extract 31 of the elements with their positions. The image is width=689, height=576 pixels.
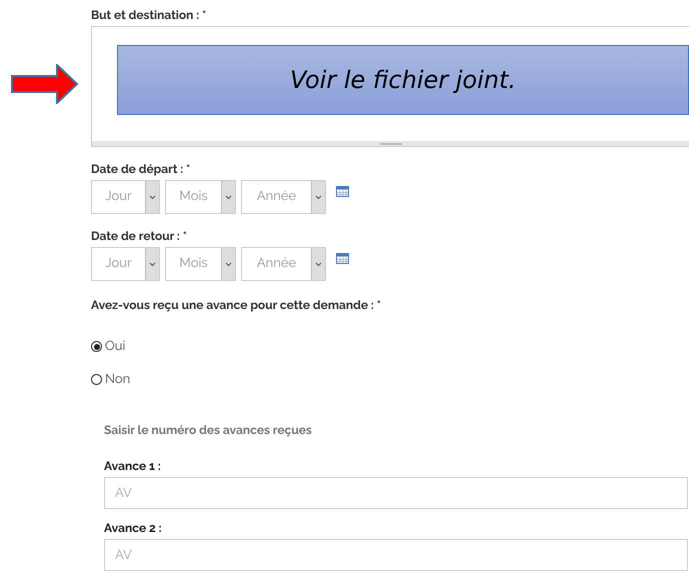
radio-option[interactable]: Non <box>91 371 689 388</box>
input-field[interactable]: AV <box>104 477 688 509</box>
section-heading: Saisir le numéro des avances reçues <box>104 422 313 439</box>
radio-button[interactable] <box>91 374 102 385</box>
calendar-icon[interactable] <box>336 186 349 197</box>
chevron-down-icon <box>315 194 322 200</box>
resize-handle[interactable] <box>92 141 689 146</box>
field-label: But et destination : * <box>91 7 208 24</box>
chevron-down-icon <box>225 262 232 266</box>
dropdown[interactable]: Année <box>241 180 326 214</box>
chevron-down-icon <box>315 262 322 266</box>
dropdown[interactable]: Jour <box>91 247 160 281</box>
field-label: Avance 2 : <box>104 520 163 537</box>
radio-option[interactable]: Oui <box>91 338 689 355</box>
chevron-down-icon <box>149 194 156 200</box>
field-label: Avance 1 : <box>104 458 162 475</box>
question-label: Avez-vous reçu une avance pour cette demande : * <box>91 297 382 314</box>
chevron-down-icon <box>225 194 232 200</box>
attachment-note: Voir le fichier joint. <box>117 45 689 115</box>
text-area[interactable]: Voir le fichier joint. <box>91 26 689 147</box>
field-label: Date de retour : * <box>91 228 188 245</box>
arrow-icon <box>11 64 79 104</box>
calendar-icon[interactable] <box>336 253 349 264</box>
dropdown[interactable]: Mois <box>165 180 236 214</box>
chevron-down-icon <box>149 262 156 266</box>
field-label: Date de départ : * <box>91 161 192 178</box>
input-field[interactable]: AV <box>104 539 688 571</box>
dropdown[interactable]: Année <box>241 247 326 281</box>
radio-button[interactable] <box>91 341 102 352</box>
dropdown[interactable]: Jour <box>91 180 160 214</box>
dropdown[interactable]: Mois <box>165 247 236 281</box>
